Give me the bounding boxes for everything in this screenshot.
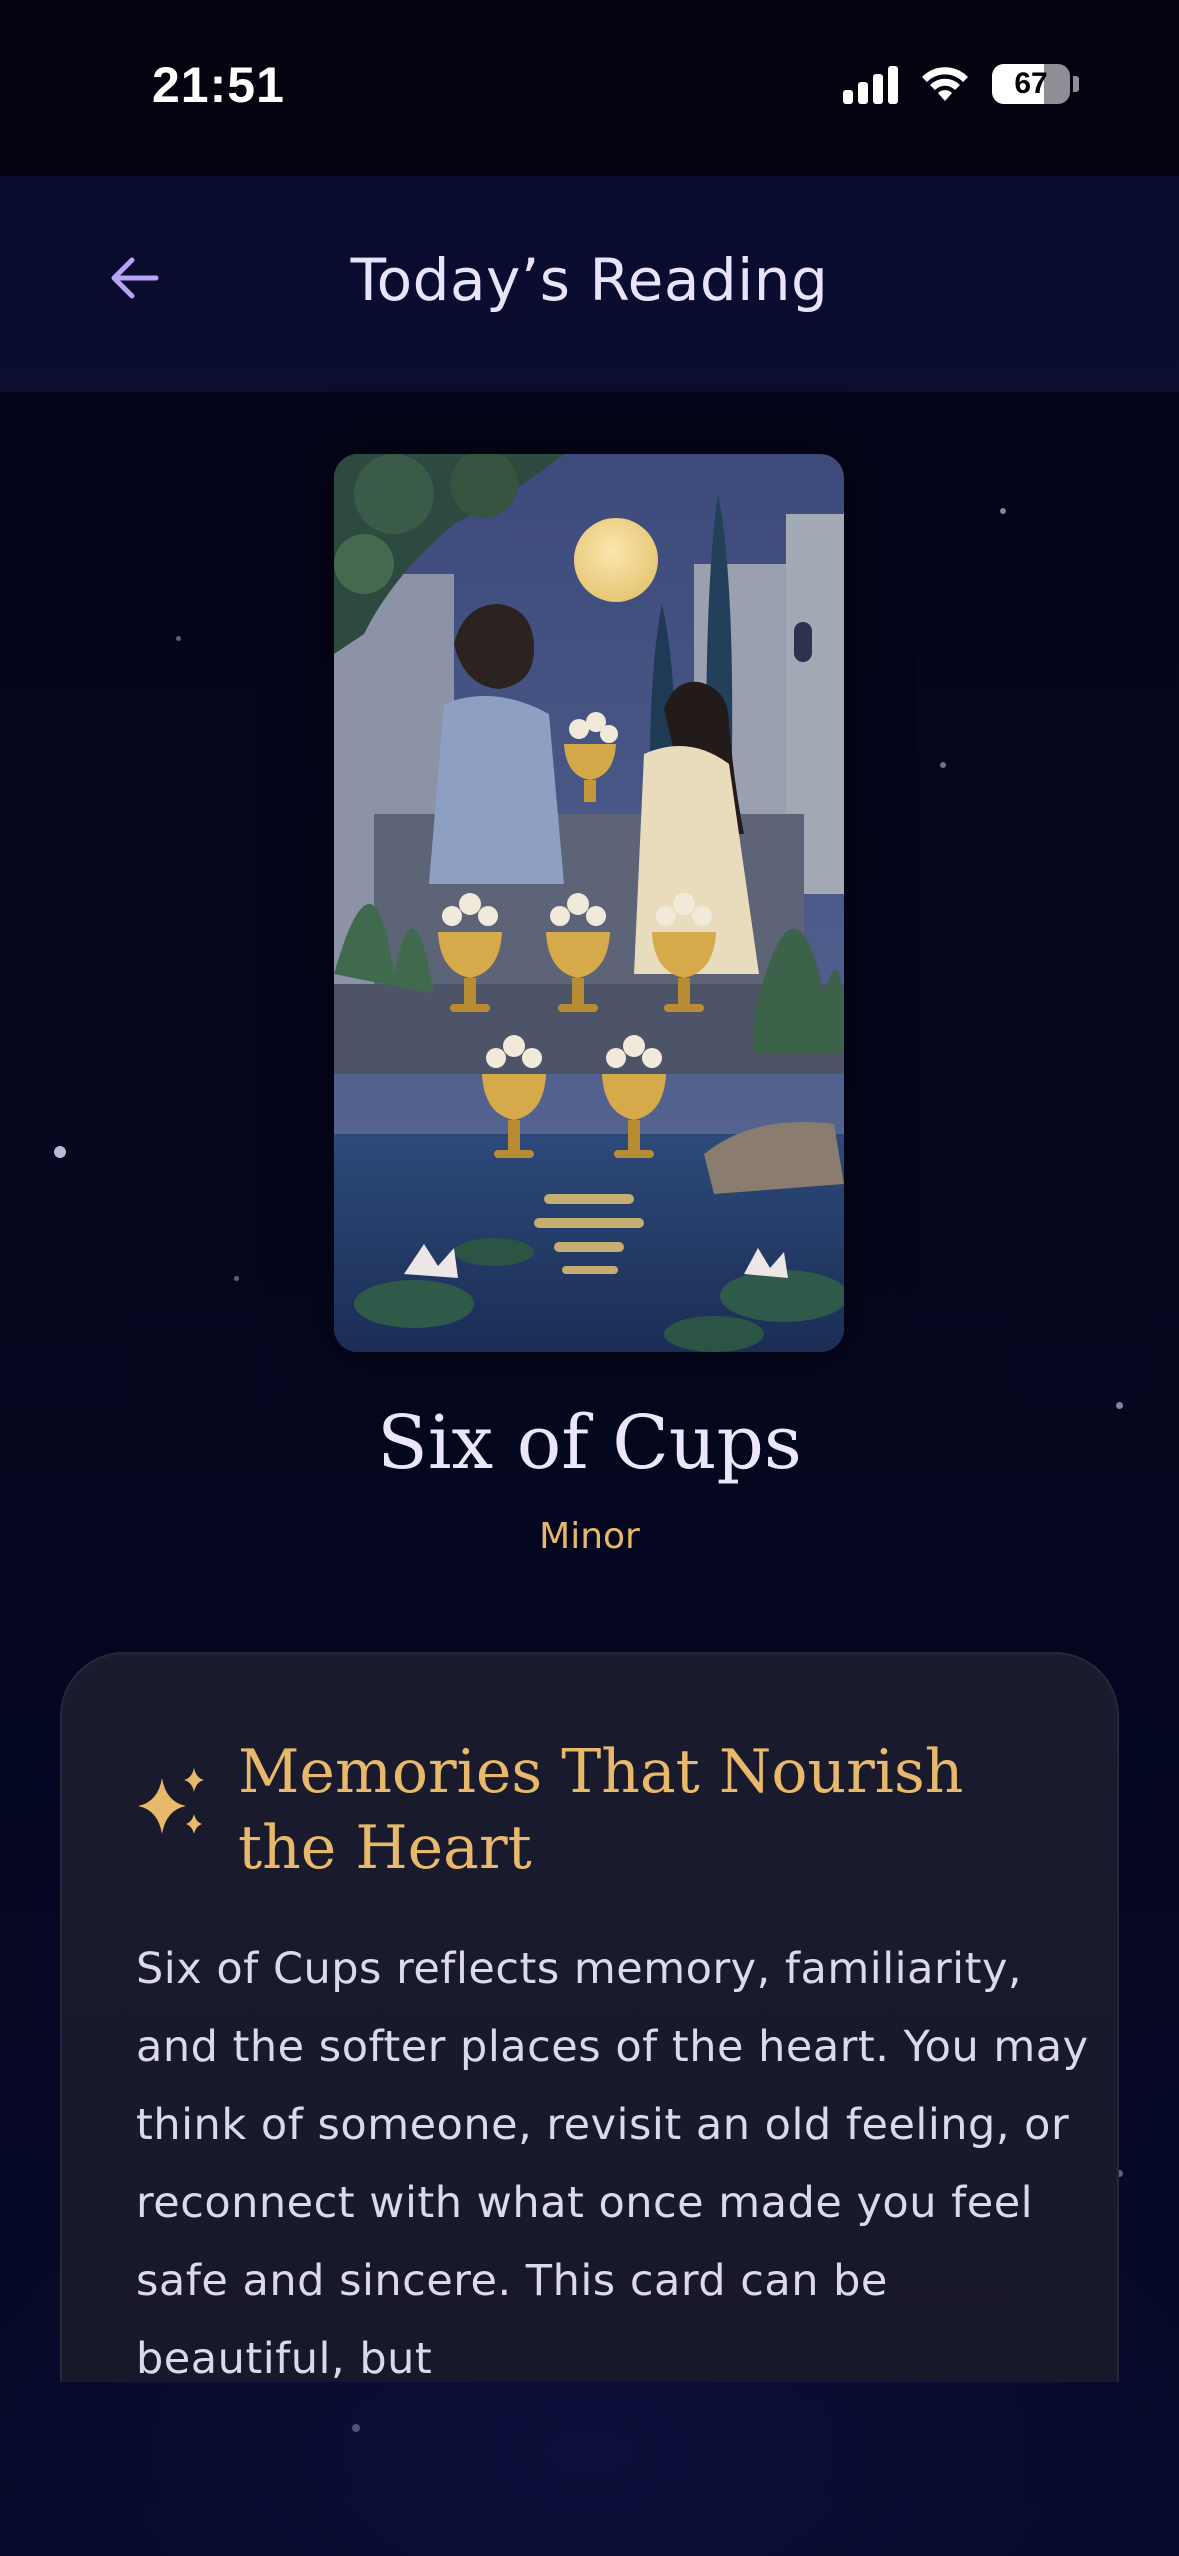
star xyxy=(54,1146,66,1158)
cellular-signal-icon xyxy=(843,64,898,104)
reading-body: Six of Cups reflects memory, familiarity… xyxy=(136,1944,1089,2382)
page-title: Today’s Reading xyxy=(350,246,829,314)
battery-icon: 67 xyxy=(992,64,1070,104)
battery-nub xyxy=(1073,76,1079,92)
star xyxy=(176,636,181,641)
sparkles-icon xyxy=(138,1768,204,1834)
wifi-icon xyxy=(922,67,968,101)
star xyxy=(1000,508,1006,514)
card-name: Six of Cups xyxy=(377,1400,802,1486)
status-icons: 67 xyxy=(843,64,1079,104)
card-arcana: Minor xyxy=(539,1516,640,1557)
battery-level: 67 xyxy=(1014,67,1048,100)
app-header: Today’s Reading xyxy=(0,176,1179,392)
status-time: 21:51 xyxy=(152,57,285,113)
reading-heading: Memories That Nourish the Heart xyxy=(238,1737,964,1883)
status-bar: 21:51 67 xyxy=(0,0,1179,176)
star xyxy=(940,762,946,768)
star xyxy=(352,2424,360,2432)
reading-panel: Memories That Nourish the Heart Six of C… xyxy=(60,1652,1119,2382)
star xyxy=(234,1276,239,1281)
tarot-card-image[interactable] xyxy=(334,454,844,1352)
six-of-cups-illustration xyxy=(334,454,844,1352)
